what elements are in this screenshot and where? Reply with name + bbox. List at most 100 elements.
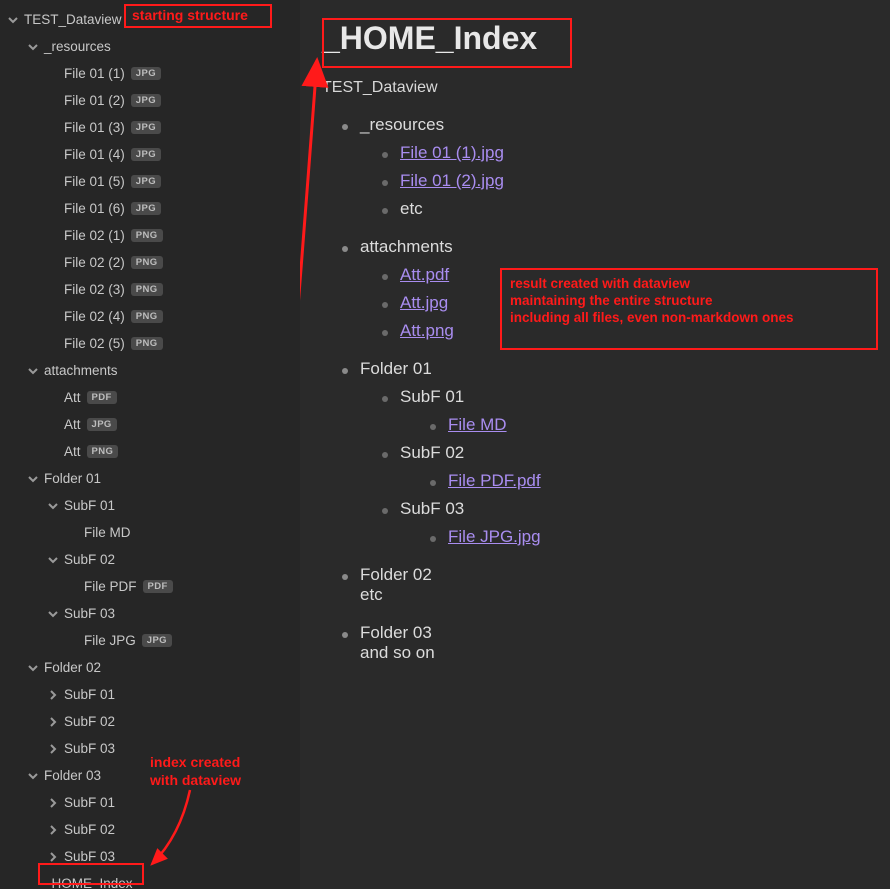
tree-item-label: File 01 (3) bbox=[64, 120, 125, 135]
list-etc: etc bbox=[400, 199, 423, 218]
tree-folder-03[interactable]: Folder 03 bbox=[0, 762, 300, 789]
tree-subfolder[interactable]: SubF 03 bbox=[0, 843, 300, 870]
tree-subfolder[interactable]: SubF 01 bbox=[0, 492, 300, 519]
file-link[interactable]: File PDF.pdf bbox=[448, 471, 541, 490]
tree-file[interactable]: File 02 (1) PNG bbox=[0, 222, 300, 249]
tree-file[interactable]: Att PNG bbox=[0, 438, 300, 465]
chevron-right-icon bbox=[46, 715, 60, 729]
tree-subfolder[interactable]: SubF 01 bbox=[0, 681, 300, 708]
file-ext-badge: PNG bbox=[87, 445, 119, 458]
file-ext-badge: PDF bbox=[87, 391, 117, 404]
file-ext-badge: JPG bbox=[142, 634, 172, 647]
tree-item-label: File 01 (4) bbox=[64, 147, 125, 162]
breadcrumb[interactable]: TEST_Dataview bbox=[322, 79, 868, 97]
tree-file[interactable]: File JPGJPG bbox=[0, 627, 300, 654]
list-folder-label: Folder 01 bbox=[360, 359, 432, 378]
tree-folder-02[interactable]: Folder 02 bbox=[0, 654, 300, 681]
tree-item-label: TEST_Dataview bbox=[24, 12, 122, 27]
tree-file[interactable]: File MD bbox=[0, 519, 300, 546]
tree-file[interactable]: File 01 (1)JPG bbox=[0, 60, 300, 87]
file-ext-badge: PDF bbox=[143, 580, 173, 593]
tree-item-label: Folder 03 bbox=[44, 768, 101, 783]
tree-folder-resources[interactable]: _resources bbox=[0, 33, 300, 60]
file-ext-badge: JPG bbox=[131, 202, 161, 215]
tree-subfolder[interactable]: SubF 03 bbox=[0, 600, 300, 627]
tree-file[interactable]: File 01 (5)JPG bbox=[0, 168, 300, 195]
chevron-down-icon bbox=[26, 472, 40, 486]
tree-item-label: Att bbox=[64, 390, 81, 405]
file-ext-badge: JPG bbox=[131, 175, 161, 188]
list-resources: _resources File 01 (1).jpg File 01 (2).j… bbox=[322, 115, 868, 219]
tree-item-label: _HOME_Index bbox=[44, 876, 133, 889]
tree-item-label: File 01 (6) bbox=[64, 201, 125, 216]
tree-item-label: SubF 01 bbox=[64, 687, 115, 702]
tree-file[interactable]: File 01 (6) JPG bbox=[0, 195, 300, 222]
chevron-right-icon bbox=[46, 850, 60, 864]
file-link[interactable]: File MD bbox=[448, 415, 507, 434]
chevron-right-icon bbox=[46, 823, 60, 837]
chevron-down-icon bbox=[46, 553, 60, 567]
tree-item-label: SubF 02 bbox=[64, 552, 115, 567]
tree-item-label: File 01 (2) bbox=[64, 93, 125, 108]
tree-item-label: SubF 03 bbox=[64, 606, 115, 621]
tree-subfolder[interactable]: SubF 02 bbox=[0, 708, 300, 735]
file-link[interactable]: File 01 (1).jpg bbox=[400, 143, 504, 162]
tree-file[interactable]: File 02 (5)PNG bbox=[0, 330, 300, 357]
tree-item-label: attachments bbox=[44, 363, 118, 378]
tree-folder-attachments[interactable]: attachments bbox=[0, 357, 300, 384]
tree-subfolder[interactable]: SubF 03 bbox=[0, 735, 300, 762]
tree-subfolder[interactable]: SubF 02 bbox=[0, 816, 300, 843]
chevron-right-icon bbox=[46, 796, 60, 810]
file-link[interactable]: Att.jpg bbox=[400, 293, 448, 312]
file-ext-badge: JPG bbox=[131, 121, 161, 134]
list-folder-label: attachments bbox=[360, 237, 453, 256]
file-ext-badge: PNG bbox=[131, 283, 163, 296]
list-folder-label: Folder 03 bbox=[360, 623, 432, 642]
chevron-down-icon bbox=[26, 661, 40, 675]
file-ext-badge: PNG bbox=[131, 256, 163, 269]
list-folder-01: Folder 01 SubF 01 File MD SubF 02 File P… bbox=[322, 359, 868, 547]
tree-item-label: File 02 (2) bbox=[64, 255, 125, 270]
tree-file[interactable]: File 01 (4) JPG bbox=[0, 141, 300, 168]
tree-folder-01[interactable]: Folder 01 bbox=[0, 465, 300, 492]
tree-file-home-index[interactable]: _HOME_Index bbox=[0, 870, 300, 889]
list-folder-02: Folder 02 etc bbox=[322, 565, 868, 605]
list-subfolder-label: SubF 03 bbox=[400, 499, 464, 518]
file-link[interactable]: Att.png bbox=[400, 321, 454, 340]
tree-file[interactable]: File 01 (3) JPG bbox=[0, 114, 300, 141]
list-etc: and so on bbox=[360, 643, 435, 662]
tree-file[interactable]: File 02 (2) PNG bbox=[0, 249, 300, 276]
note-title: _HOME_Index bbox=[322, 20, 537, 57]
tree-file[interactable]: File 02 (3) PNG bbox=[0, 276, 300, 303]
file-link[interactable]: Att.pdf bbox=[400, 265, 449, 284]
file-link[interactable]: File JPG.jpg bbox=[448, 527, 541, 546]
tree-file[interactable]: Att JPG bbox=[0, 411, 300, 438]
file-ext-badge: JPG bbox=[87, 418, 117, 431]
tree-item-label: SubF 02 bbox=[64, 714, 115, 729]
tree-item-label: Att bbox=[64, 417, 81, 432]
list-subfolder-label: SubF 02 bbox=[400, 443, 464, 462]
tree-subfolder[interactable]: SubF 02 bbox=[0, 546, 300, 573]
file-ext-badge: JPG bbox=[131, 148, 161, 161]
tree-item-label: File 02 (3) bbox=[64, 282, 125, 297]
file-ext-badge: PNG bbox=[131, 229, 163, 242]
chevron-down-icon bbox=[46, 607, 60, 621]
tree-folder-root[interactable]: TEST_Dataview bbox=[0, 6, 300, 33]
tree-subfolder[interactable]: SubF 01 bbox=[0, 789, 300, 816]
tree-item-label: SubF 03 bbox=[64, 849, 115, 864]
tree-file[interactable]: File 02 (4) PNG bbox=[0, 303, 300, 330]
file-link[interactable]: File 01 (2).jpg bbox=[400, 171, 504, 190]
tree-item-label: SubF 03 bbox=[64, 741, 115, 756]
file-ext-badge: PNG bbox=[131, 310, 163, 323]
tree-item-label: SubF 01 bbox=[64, 498, 115, 513]
tree-item-label: Att bbox=[64, 444, 81, 459]
file-tree: TEST_Dataview _resources File 01 (1)JPGF… bbox=[0, 6, 300, 889]
chevron-down-icon bbox=[46, 499, 60, 513]
tree-file[interactable]: File PDFPDF bbox=[0, 573, 300, 600]
tree-item-label: File 02 (4) bbox=[64, 309, 125, 324]
tree-file[interactable]: Att PDF bbox=[0, 384, 300, 411]
tree-file[interactable]: File 01 (2)JPG bbox=[0, 87, 300, 114]
tree-item-label: File 02 (5) bbox=[64, 336, 125, 351]
chevron-down-icon bbox=[26, 40, 40, 54]
tree-item-label: File 02 (1) bbox=[64, 228, 125, 243]
